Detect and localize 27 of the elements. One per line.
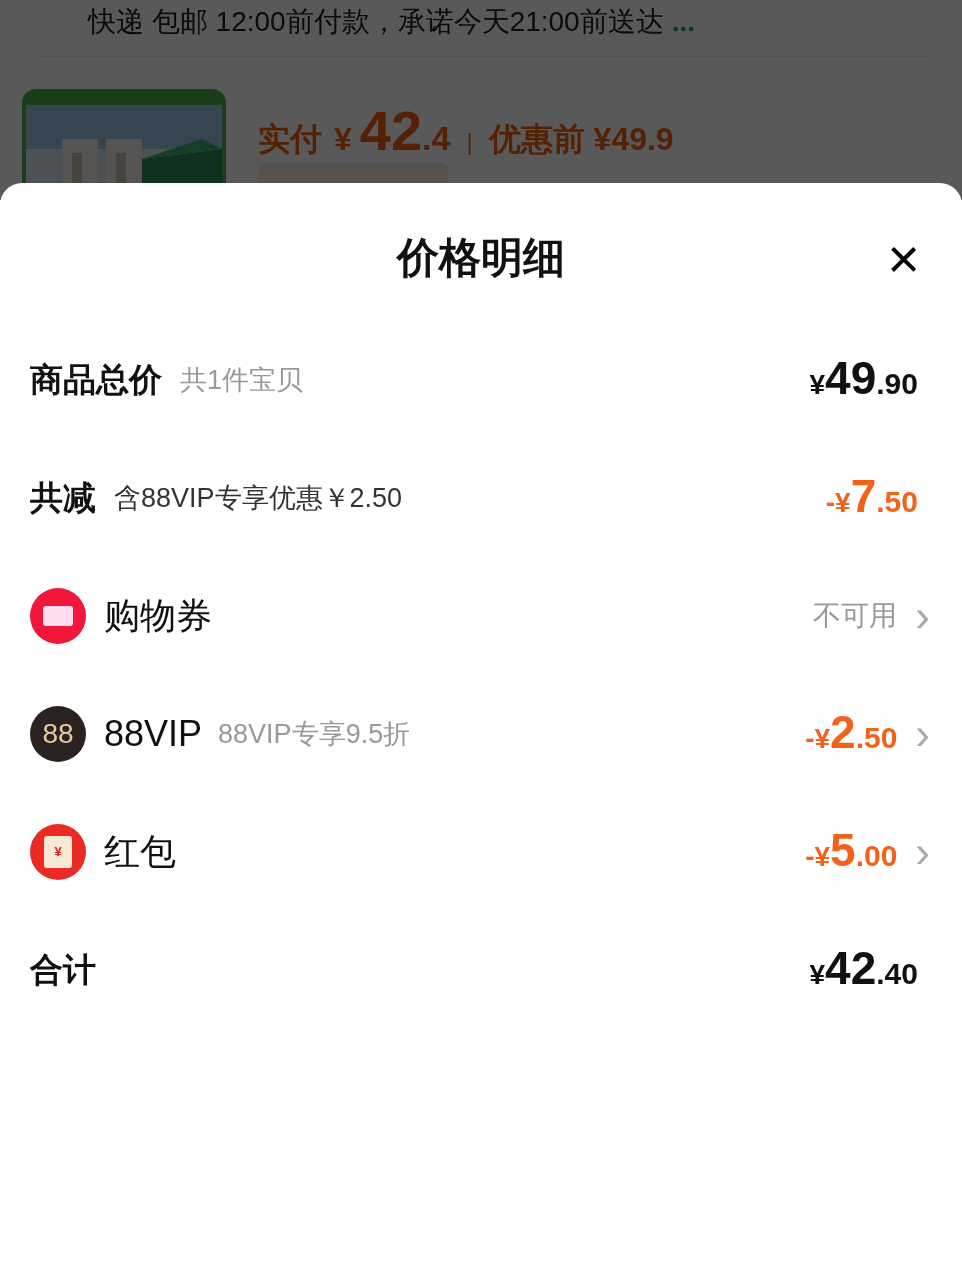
close-button[interactable]: × bbox=[887, 231, 920, 287]
sheet-title: 价格明细 bbox=[397, 232, 565, 283]
envelope-icon: ¥ bbox=[30, 824, 86, 880]
price-decimal: .4 bbox=[422, 118, 451, 159]
row-note: 共1件宝贝 bbox=[180, 363, 304, 397]
currency-symbol: ¥ bbox=[334, 120, 352, 159]
row-label[interactable]: 红包 bbox=[104, 825, 176, 879]
amount-text: -¥5.00 bbox=[805, 826, 898, 878]
row-note: 88VIP专享9.5折 bbox=[218, 717, 411, 751]
price-integer: 42 bbox=[359, 98, 423, 164]
row-label[interactable]: 88VIP bbox=[104, 707, 203, 761]
row-label: 商品总价 bbox=[30, 360, 162, 401]
row-label[interactable]: 购物券 bbox=[104, 589, 212, 643]
row-note: 含88VIP专享优惠￥2.50 bbox=[114, 481, 403, 515]
delivery-info: 快递 包邮 12:00前付款，承诺今天21:00前送达 bbox=[88, 5, 664, 39]
amount-text: -¥7.50 bbox=[825, 472, 918, 524]
original-price: 优惠前 ¥49.9 bbox=[488, 120, 674, 159]
price-label: 实付 bbox=[258, 120, 322, 159]
status-text: 不可用 bbox=[813, 599, 898, 633]
separator: | bbox=[466, 127, 473, 157]
amount-text: ¥42.40 bbox=[809, 944, 918, 996]
vip-badge-icon: 88 bbox=[30, 706, 86, 762]
row-label: 共减 bbox=[30, 478, 96, 519]
amount-text: -¥2.50 bbox=[805, 708, 898, 760]
ticket-icon bbox=[30, 588, 86, 644]
amount-text: ¥49.90 bbox=[809, 354, 918, 406]
row-label: 合计 bbox=[30, 950, 96, 991]
